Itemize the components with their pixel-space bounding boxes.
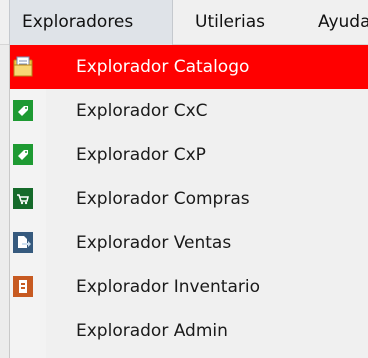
menu-item-label: Explorador Inventario: [76, 277, 260, 297]
menu-item-explorador-cxc[interactable]: Explorador CxC: [10, 89, 368, 133]
menu-ayuda[interactable]: Ayuda: [318, 0, 368, 45]
menu-item-explorador-ventas[interactable]: Explorador Ventas: [10, 221, 368, 265]
menu-bar: Exploradores Utilerias Ayuda: [0, 0, 368, 45]
menu-item-label: Explorador Catalogo: [76, 57, 250, 77]
inventory-icon: [13, 276, 33, 297]
tag-icon: [13, 100, 33, 121]
menu-item-label: Explorador Ventas: [76, 233, 232, 253]
menu-item-label: Explorador CxP: [76, 145, 206, 165]
menu-item-explorador-inventario[interactable]: Explorador Inventario: [10, 265, 368, 309]
menu-exploradores[interactable]: Exploradores: [9, 0, 173, 45]
exploradores-dropdown: Explorador Catalogo Explorador CxC Explo…: [9, 45, 368, 358]
menu-utilerias[interactable]: Utilerias: [195, 0, 265, 45]
menu-item-label: Explorador Compras: [76, 189, 250, 209]
menu-item-explorador-admin[interactable]: Explorador Admin: [10, 309, 368, 353]
menu-item-explorador-compras[interactable]: Explorador Compras: [10, 177, 368, 221]
tag-icon: [13, 144, 33, 165]
cart-icon: [13, 188, 33, 209]
sales-document-icon: [13, 232, 33, 253]
menu-item-label: Explorador Admin: [76, 321, 228, 341]
menu-item-explorador-cxp[interactable]: Explorador CxP: [10, 133, 368, 177]
menu-item-label: Explorador CxC: [76, 101, 208, 121]
folder-document-icon: [13, 56, 33, 77]
menu-item-explorador-catalogo[interactable]: Explorador Catalogo: [10, 45, 368, 89]
